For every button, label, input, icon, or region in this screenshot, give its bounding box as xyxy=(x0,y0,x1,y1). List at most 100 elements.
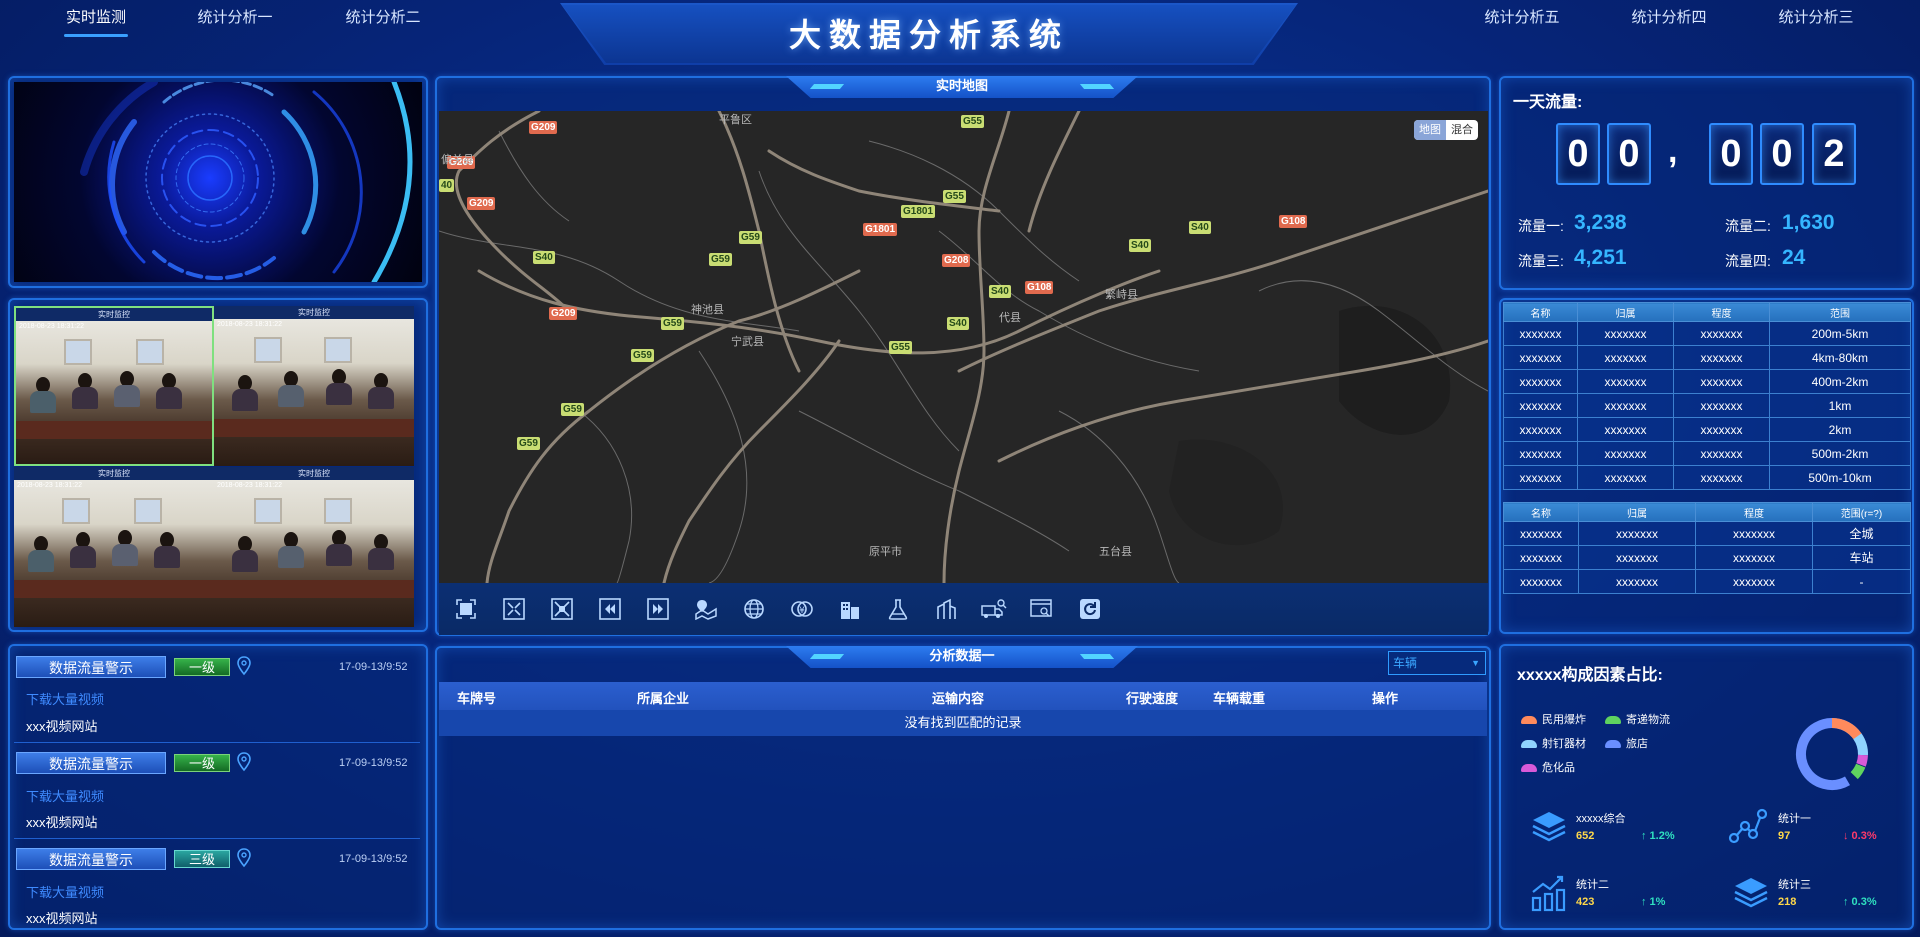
globe-icon[interactable] xyxy=(741,597,767,621)
alert-button[interactable]: 数据流量警示 xyxy=(16,848,166,870)
table-cell: xxxxxxx xyxy=(1503,345,1578,370)
camera-feed xyxy=(214,480,414,627)
camera-timestamp: 2018-08-23 18:31:22 xyxy=(217,321,282,328)
fast-forward-icon[interactable] xyxy=(645,597,671,621)
alert-button[interactable]: 数据流量警示 xyxy=(16,752,166,774)
camera-timestamp: 2018-08-23 18:31:22 xyxy=(217,482,282,489)
table-cell: xxxxxxx xyxy=(1503,441,1578,466)
donut-chart xyxy=(1794,716,1870,792)
road-tag: G59 xyxy=(561,403,584,416)
svg-text:¥: ¥ xyxy=(799,606,805,616)
flow-value: 24 xyxy=(1782,246,1806,269)
column-header[interactable]: 行驶速度 xyxy=(1126,688,1178,707)
vehicle-type-select[interactable]: 车辆 ▼ xyxy=(1388,651,1486,675)
camera-tile[interactable]: 实时监控 2018-08-23 18:31:22 xyxy=(14,306,214,466)
alert-site: xxx视频网站 xyxy=(26,911,98,926)
layers-icon xyxy=(1731,872,1771,912)
column-header: 范围 xyxy=(1769,302,1911,322)
road-tag: G59 xyxy=(517,437,540,450)
alert-button[interactable]: 数据流量警示 xyxy=(16,656,166,678)
flask-icon[interactable] xyxy=(885,597,911,621)
flow-label: 流量二: xyxy=(1725,218,1771,234)
table-row[interactable]: xxxxxxx xxxxxxx xxxxxxx 1km xyxy=(1503,393,1911,418)
window-search-icon[interactable] xyxy=(1029,597,1055,621)
column-header[interactable]: 车牌号 xyxy=(457,688,496,707)
flow-digit: 2 xyxy=(1812,123,1856,185)
nav-tab-realtime[interactable]: 实时监测 xyxy=(41,6,151,37)
camera-timestamp: 2018-08-23 18:31:22 xyxy=(17,482,82,489)
location-pin-icon[interactable] xyxy=(236,656,252,676)
nav-tab-stats-3[interactable]: 统计分析三 xyxy=(1761,6,1871,36)
alert-link[interactable]: 下载大量视频 xyxy=(26,882,104,901)
table-cell: xxxxxxx xyxy=(1577,465,1674,490)
legend-swatch xyxy=(1521,740,1537,749)
table-row[interactable]: xxxxxxx xxxxxxx xxxxxxx 2km xyxy=(1503,417,1911,442)
table-row[interactable]: xxxxxxx xxxxxxx xxxxxxx 500m-10km xyxy=(1503,465,1911,490)
table-cell: xxxxxxx xyxy=(1578,545,1696,570)
map-type-hybrid[interactable]: 混合 xyxy=(1446,120,1478,140)
camera-tile[interactable]: 实时监控 2018-08-23 18:31:22 xyxy=(14,467,214,627)
map-type-toggle[interactable]: 地图 混合 xyxy=(1414,120,1478,140)
page-title: 大数据分析系统 xyxy=(788,17,1069,53)
stat-change: ↑ 0.3% xyxy=(1843,896,1877,908)
column-header[interactable]: 车辆载重 xyxy=(1213,688,1265,707)
alert-site: xxx视频网站 xyxy=(26,719,98,734)
map-place-label: 平鲁区 xyxy=(719,114,752,126)
fullscreen-icon[interactable] xyxy=(453,597,479,621)
table-cell: xxxxxxx xyxy=(1673,465,1770,490)
empty-state-message: 没有找到匹配的记录 xyxy=(439,710,1487,736)
map-place-label: 五台县 xyxy=(1099,546,1132,558)
flow-title: 一天流量: xyxy=(1513,94,1583,111)
camera-tile[interactable]: 实时监控 2018-08-23 18:31:22 xyxy=(214,467,414,627)
alert-link[interactable]: 下载大量视频 xyxy=(26,689,104,708)
refresh-icon[interactable] xyxy=(1077,597,1103,621)
stat-value: 97 xyxy=(1778,830,1791,842)
column-header: 操作 xyxy=(1372,691,1399,706)
column-header[interactable]: 所属企业 xyxy=(637,688,689,707)
alert-time: 17-09-13/9:52 xyxy=(339,757,408,769)
table-cell: xxxxxxx xyxy=(1577,345,1674,370)
scope-table: 名称 归属 程度 范围(r=?) xxxxxxx xxxxxxx xxxxxxx 全城… xyxy=(1503,502,1911,594)
stat-change: ↑ 1.2% xyxy=(1641,830,1675,842)
nav-tab-stats-2[interactable]: 统计分析二 xyxy=(328,6,438,36)
location-pin-icon[interactable] xyxy=(236,848,252,868)
flow-separator: , xyxy=(1668,132,1678,170)
shrink-icon[interactable] xyxy=(549,597,575,621)
money-icon[interactable]: ¥ xyxy=(789,597,815,621)
table-cell: xxxxxxx xyxy=(1577,441,1674,466)
expand-icon[interactable] xyxy=(501,597,527,621)
camera-tile[interactable]: 实时监控 2018-08-23 18:31:22 xyxy=(214,306,414,466)
map-type-map[interactable]: 地图 xyxy=(1414,120,1446,140)
truck-search-icon[interactable] xyxy=(981,597,1007,621)
stat-value: 218 xyxy=(1778,896,1797,908)
nav-tab-stats-5[interactable]: 统计分析五 xyxy=(1467,6,1577,36)
stat-value: 423 xyxy=(1576,896,1595,908)
map-layer-icon[interactable] xyxy=(693,597,719,621)
realtime-map[interactable]: G209 G209 40 G209 S40 G209 G59 G59 G59 G… xyxy=(439,111,1488,583)
nav-tab-stats-1[interactable]: 统计分析一 xyxy=(180,6,290,36)
table-cell: xxxxxxx xyxy=(1673,393,1770,418)
road-tag: S40 xyxy=(533,251,555,264)
map-place-label: 繁峙县 xyxy=(1105,289,1138,301)
table-row[interactable]: xxxxxxx xxxxxxx xxxxxxx - xyxy=(1503,569,1911,594)
nav-tab-stats-4[interactable]: 统计分析四 xyxy=(1614,6,1724,36)
tower-icon[interactable] xyxy=(933,597,959,621)
table-row[interactable]: xxxxxxx xxxxxxx xxxxxxx 500m-2km xyxy=(1503,441,1911,466)
table-cell: xxxxxxx xyxy=(1577,393,1674,418)
column-header[interactable]: 运输内容 xyxy=(932,688,984,707)
table-row[interactable]: xxxxxxx xxxxxxx xxxxxxx 全城 xyxy=(1503,521,1911,546)
alert-link[interactable]: 下载大量视频 xyxy=(26,786,104,805)
table-row[interactable]: xxxxxxx xxxxxxx xxxxxxx 400m-2km xyxy=(1503,369,1911,394)
table-cell: xxxxxxx xyxy=(1577,321,1674,346)
road-tag: S40 xyxy=(1189,221,1211,234)
building-icon[interactable] xyxy=(837,597,863,621)
map-panel-title: 实时地图 xyxy=(786,76,1138,98)
location-pin-icon[interactable] xyxy=(236,752,252,772)
table-cell: xxxxxxx xyxy=(1577,417,1674,442)
rewind-icon[interactable] xyxy=(597,597,623,621)
table-row[interactable]: xxxxxxx xxxxxxx xxxxxxx 车站 xyxy=(1503,545,1911,570)
table-cell: xxxxxxx xyxy=(1503,321,1578,346)
table-row[interactable]: xxxxxxx xxxxxxx xxxxxxx 4km-80km xyxy=(1503,345,1911,370)
table-row[interactable]: xxxxxxx xxxxxxx xxxxxxx 200m-5km xyxy=(1503,321,1911,346)
layers-icon xyxy=(1529,806,1569,846)
